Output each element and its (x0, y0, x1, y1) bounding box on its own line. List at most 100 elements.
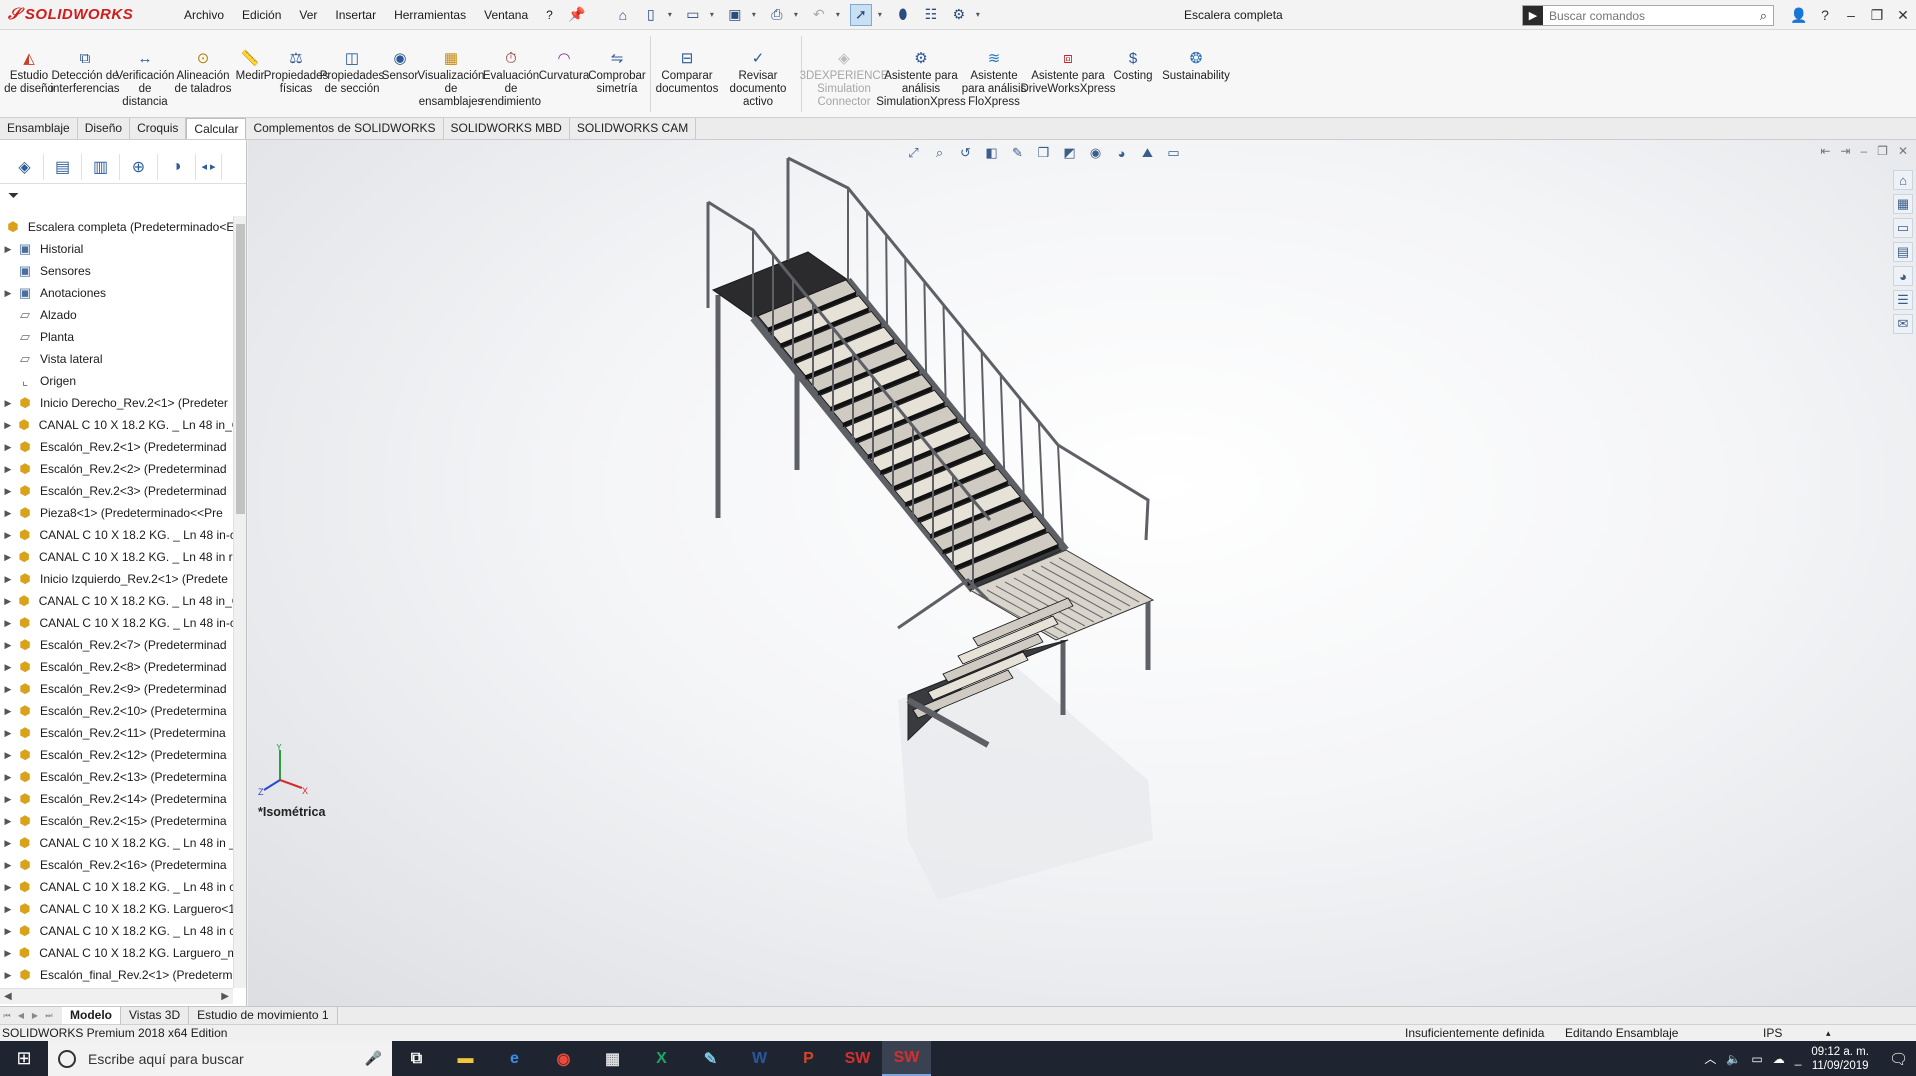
expand-arrow-icon[interactable]: ▶ (0, 574, 16, 585)
menu-5[interactable]: Ventana (475, 0, 537, 30)
command-tab-1[interactable]: Diseño (78, 118, 131, 139)
last-tab-icon[interactable]: ⏭ (42, 1011, 56, 1021)
chevron-down-icon[interactable]: ▾ (752, 10, 760, 19)
tree-item-part[interactable]: ▶ ⬢ CANAL C 10 X 18.2 KG. Larguero_m (0, 942, 233, 964)
tree-item-part[interactable]: ▶ ⬢ Escalón_Rev.2<13> (Predetermina (0, 766, 233, 788)
expand-arrow-icon[interactable]: ▶ (0, 552, 16, 563)
language-icon[interactable]: _ (1795, 1052, 1802, 1066)
ribbon-hole-align-button[interactable]: ⊙ Alineación de taladros (174, 30, 232, 96)
tree-item-origin[interactable]: ⌞ Origen (0, 370, 233, 392)
tree-vertical-scrollbar[interactable] (233, 216, 246, 988)
view-palette-icon[interactable]: ▤ (1893, 242, 1913, 262)
filter-icon[interactable]: ⏷ (0, 184, 246, 206)
expand-panel-icon[interactable]: ⇥ (1840, 144, 1850, 158)
tree-item-part[interactable]: ▶ ⬢ Escalón_Rev.2<1> (Predeterminad (0, 436, 233, 458)
next-tab-icon[interactable]: ▶ (28, 1011, 42, 1020)
expand-arrow-icon[interactable]: ▶ (0, 662, 16, 673)
expand-arrow-icon[interactable]: ▶ (0, 464, 16, 475)
tree-item-part[interactable]: ▶ ⬢ Escalón_Rev.2<7> (Predeterminad (0, 634, 233, 656)
tray-chevron-icon[interactable]: ︿ (1704, 1050, 1716, 1067)
new-document-icon[interactable]: ▯ (640, 4, 662, 26)
tree-item-plane[interactable]: ▱ Planta (0, 326, 233, 348)
more-tabs-icon[interactable]: ◂ ▸ (196, 153, 222, 180)
expand-arrow-icon[interactable]: ▶ (0, 948, 16, 959)
tree-item-part[interactable]: ▶ ⬢ Escalón_Rev.2<16> (Predetermina (0, 854, 233, 876)
file-explorer-icon[interactable]: ▬ (441, 1041, 490, 1076)
tree-item-part[interactable]: ▶ ⬢ CANAL C 10 X 18.2 KG. _ Ln 48 in_C (0, 414, 233, 436)
expand-arrow-icon[interactable]: ▶ (0, 508, 16, 519)
print-icon[interactable]: ⎙ (766, 4, 788, 26)
expand-arrow-icon[interactable]: ▶ (0, 244, 16, 255)
expand-arrow-icon[interactable]: ▶ (0, 794, 16, 805)
viewport-close-icon[interactable]: ✕ (1898, 144, 1908, 158)
chevron-down-icon[interactable]: ▾ (976, 10, 984, 19)
tree-item-plane[interactable]: ▱ Vista lateral (0, 348, 233, 370)
tree-item-part[interactable]: ▶ ⬢ Escalón_Rev.2<10> (Predetermina (0, 700, 233, 722)
menu-3[interactable]: Insertar (326, 0, 385, 30)
unit-system-selector[interactable]: IPS (1763, 1025, 1782, 1041)
ribbon-floxpress-button[interactable]: ≋ Asistente para análisis FloXpress (960, 30, 1028, 109)
windows-start-icon[interactable]: ⊞ (0, 1041, 48, 1076)
expand-arrow-icon[interactable]: ▶ (0, 838, 16, 849)
solidworks-2018-icon[interactable]: SW (833, 1041, 882, 1076)
notes-icon[interactable]: ✎ (686, 1041, 735, 1076)
view-settings-icon[interactable]: ▭ (1163, 143, 1184, 163)
help-icon[interactable]: ? (1812, 7, 1838, 23)
viewport-minimize-icon[interactable]: – (1860, 144, 1867, 158)
scroll-left-icon[interactable]: ◀ (4, 991, 12, 1002)
microphone-icon[interactable]: 🎤 (365, 1050, 382, 1067)
command-tab-2[interactable]: Croquis (130, 118, 187, 139)
tree-item-folder[interactable]: ▣ Sensores (0, 260, 233, 282)
menu-1[interactable]: Edición (233, 0, 290, 30)
onedrive-icon[interactable]: ☁ (1773, 1052, 1785, 1066)
menu-6[interactable]: ? (537, 0, 562, 30)
save-icon[interactable]: ▣ (724, 4, 746, 26)
expand-arrow-icon[interactable]: ▶ (0, 816, 16, 827)
design-library-icon[interactable]: ▦ (1893, 194, 1913, 214)
ribbon-clearance-button[interactable]: ↔ Verificación de distancia (116, 30, 175, 109)
property-manager-tab-icon[interactable]: ▤ (44, 153, 82, 180)
configuration-manager-tab-icon[interactable]: ▥ (82, 153, 120, 180)
file-explorer-icon[interactable]: ▭ (1893, 218, 1913, 238)
expand-arrow-icon[interactable]: ▶ (0, 684, 16, 695)
expand-arrow-icon[interactable]: ▶ (0, 772, 16, 783)
tree-item-part[interactable]: ▶ ⬢ Pieza8<1> (Predeterminado<<Pre (0, 502, 233, 524)
minimize-icon[interactable]: – (1838, 7, 1864, 23)
expand-arrow-icon[interactable]: ▶ (0, 596, 15, 607)
word-icon[interactable]: W (735, 1041, 784, 1076)
edit-appearance-icon[interactable]: ◕ (1111, 143, 1132, 163)
expand-arrow-icon[interactable]: ▶ (0, 904, 16, 915)
tree-item-part[interactable]: ▶ ⬢ Inicio Derecho_Rev.2<1> (Predeter (0, 392, 233, 414)
ribbon-curvature-button[interactable]: ◠ Curvatura (539, 30, 590, 83)
collapse-panel-icon[interactable]: ⇤ (1820, 144, 1830, 158)
solidworks-logo[interactable]: 𝒮 SOLIDWORKS (0, 0, 175, 30)
scroll-thumb[interactable] (236, 224, 245, 514)
staircase-model[interactable] (248, 140, 1916, 1006)
taskbar-search[interactable]: Escribe aquí para buscar 🎤 (48, 1041, 392, 1076)
open-folder-icon[interactable]: ▭ (682, 4, 704, 26)
tree-item-plane[interactable]: ▱ Alzado (0, 304, 233, 326)
restore-icon[interactable]: ❐ (1864, 7, 1890, 24)
expand-arrow-icon[interactable]: ▶ (0, 640, 16, 651)
apply-scene-icon[interactable]: ⛰ (1137, 143, 1158, 163)
command-tab-4[interactable]: Complementos de SOLIDWORKS (246, 118, 444, 139)
tree-item-part[interactable]: ▶ ⬢ Escalón_Rev.2<11> (Predetermina (0, 722, 233, 744)
tree-horizontal-scrollbar[interactable]: ◀ ▶ (0, 988, 233, 1004)
search-icon[interactable]: ⌕ (1760, 8, 1767, 24)
pin-menu-icon[interactable]: 📌 (566, 4, 588, 26)
tree-item-folder[interactable]: ▶ ▣ Historial (0, 238, 233, 260)
dimxpert-tab-icon[interactable]: ⊕ (120, 153, 158, 180)
expand-arrow-icon[interactable]: ▶ (0, 288, 16, 299)
model-tab-0[interactable]: Modelo (62, 1007, 121, 1024)
menu-4[interactable]: Herramientas (385, 0, 475, 30)
ribbon-check-doc-button[interactable]: ✓ Revisar documento activo (719, 30, 797, 109)
tree-item-part[interactable]: ▶ ⬢ Escalón_Rev.2<8> (Predeterminad (0, 656, 233, 678)
expand-arrow-icon[interactable]: ▶ (0, 706, 16, 717)
ribbon-3dx-button[interactable]: ◈ 3DEXPERIENCE Simulation Connector (800, 30, 889, 109)
ribbon-assembly-vis-button[interactable]: ▦ Visualización de ensamblajes (418, 30, 485, 109)
task-view-icon[interactable]: ⧉ (392, 1041, 441, 1076)
menu-0[interactable]: Archivo (175, 0, 233, 30)
scroll-right-icon[interactable]: ▶ (221, 991, 229, 1002)
ribbon-driveworks-button[interactable]: ⧈ Asistente para DriveWorksXpress (1021, 30, 1116, 96)
appearances-icon[interactable]: ◕ (1893, 266, 1913, 286)
